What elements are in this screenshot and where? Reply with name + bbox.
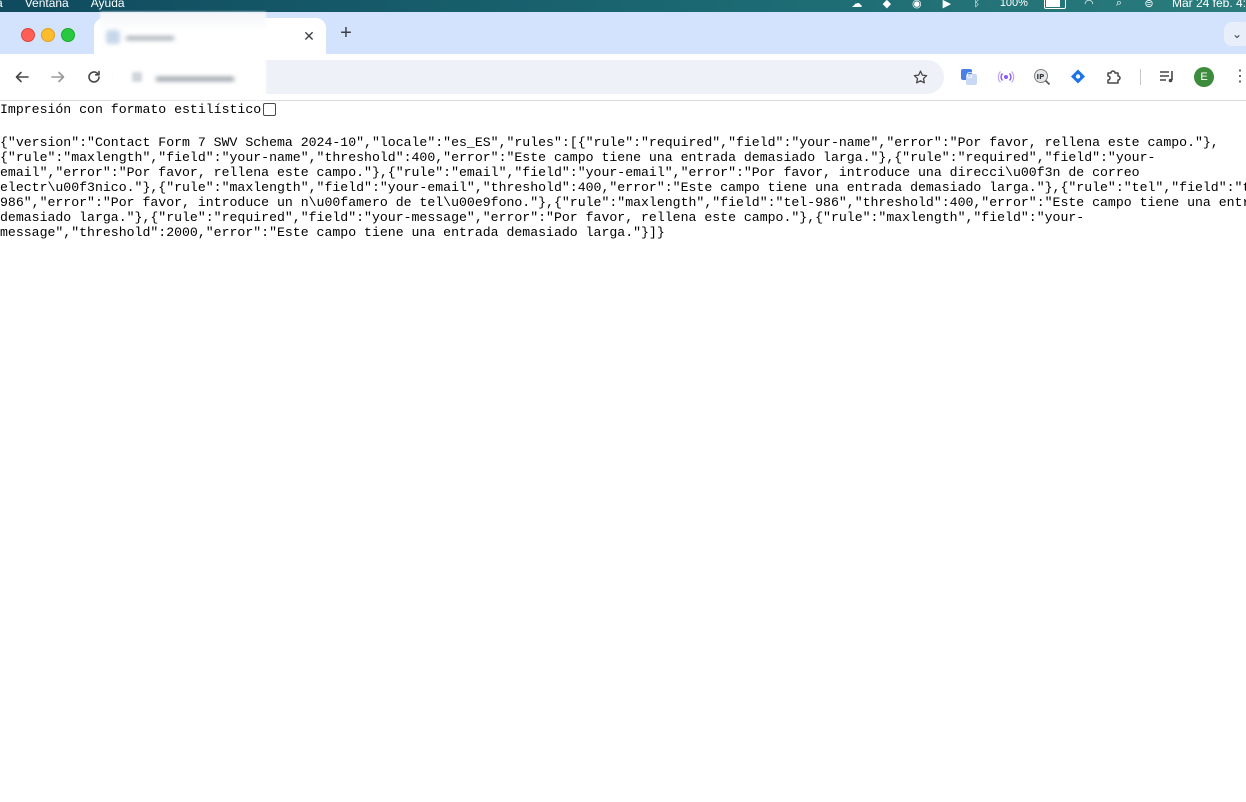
- json-line: email","error":"Por favor, rellena este …: [0, 165, 1140, 180]
- toolbar-separator: [1140, 69, 1141, 85]
- tab-close-button[interactable]: ✕: [300, 27, 318, 45]
- dropbox-icon[interactable]: ◆: [880, 0, 894, 10]
- json-line: {"rule":"maxlength","field":"your-name",…: [0, 150, 1156, 165]
- puzzle-icon[interactable]: [1104, 67, 1124, 87]
- focus-icon[interactable]: ◉: [910, 0, 924, 10]
- bluetooth-icon[interactable]: ᛒ: [970, 0, 984, 9]
- menu-item-help[interactable]: Ayuda: [91, 0, 125, 10]
- tab-favicon-icon: [106, 30, 120, 44]
- more-options-icon[interactable]: ⋮: [1232, 67, 1246, 87]
- app-menus: a Ventana Ayuda: [0, 0, 125, 10]
- menu-item-edit[interactable]: a: [0, 0, 3, 10]
- bookmark-star-button[interactable]: [910, 67, 930, 87]
- arrow-left-icon: [15, 71, 29, 83]
- address-bar[interactable]: ▬▬▬▬▬▬: [112, 54, 944, 100]
- pretty-print-toggle[interactable]: Impresión con formato estilístico: [0, 102, 277, 117]
- json-line: demasiado larga."},{"rule":"required","f…: [0, 210, 1085, 225]
- menubar-clock[interactable]: Mar 24 feb. 4:: [1172, 0, 1246, 10]
- json-body: {"version":"Contact Form 7 SWV Schema 20…: [0, 135, 1246, 240]
- reload-button[interactable]: [83, 66, 105, 88]
- broadcast-icon[interactable]: [996, 67, 1016, 87]
- macos-menu-bar: a Ventana Ayuda ☁ ◆ ◉ ▶ ᛒ 100% ◠ ⌕ ⊜ Mar…: [0, 0, 1246, 12]
- profile-avatar[interactable]: E: [1194, 67, 1214, 87]
- reload-icon: [88, 70, 100, 83]
- cloud-sync-icon[interactable]: ☁: [850, 0, 864, 10]
- arrow-right-icon: [51, 71, 65, 83]
- battery-icon[interactable]: [1043, 0, 1066, 9]
- active-tab[interactable]: ▬▬▬▬ ✕: [94, 12, 326, 62]
- menu-item-window[interactable]: Ventana: [25, 0, 69, 10]
- url-text[interactable]: ▬▬▬▬▬▬: [156, 69, 234, 84]
- tab-title: ▬▬▬▬: [126, 29, 174, 43]
- window-zoom-button[interactable]: [61, 28, 75, 42]
- json-line: {"version":"Contact Form 7 SWV Schema 20…: [0, 135, 1219, 150]
- media-control-icon[interactable]: [1157, 67, 1177, 87]
- site-info-icon[interactable]: [132, 72, 142, 82]
- svg-text:IP: IP: [1037, 73, 1045, 81]
- back-button[interactable]: [11, 66, 33, 88]
- json-line: message","threshold":2000,"error":"Este …: [0, 225, 665, 240]
- svg-text:G: G: [967, 71, 973, 80]
- pretty-print-checkbox[interactable]: [263, 103, 277, 116]
- json-line: 986","error":"Por favor, introduce un n\…: [0, 195, 1246, 210]
- control-center-icon[interactable]: ⊜: [1142, 0, 1156, 10]
- browser-tab-strip: ▬▬▬▬ ✕ + ⌄: [0, 12, 1246, 62]
- wifi-icon[interactable]: ◠: [1082, 0, 1096, 10]
- ip-icon[interactable]: IP: [1032, 67, 1052, 87]
- star-icon: [913, 69, 927, 83]
- battery-level-fill: [1045, 0, 1060, 7]
- spotlight-search-icon[interactable]: ⌕: [1112, 0, 1126, 9]
- status-tray: ☁ ◆ ◉ ▶ ᛒ 100% ◠ ⌕ ⊜ Mar 24 feb. 4:: [850, 0, 1246, 10]
- translate-icon[interactable]: G: [959, 67, 979, 87]
- play-circle-icon[interactable]: ▶: [940, 0, 954, 10]
- json-line: electr\u00f3nico."},{"rule":"maxlength",…: [0, 180, 1246, 195]
- window-minimize-button[interactable]: [41, 28, 55, 42]
- browser-toolbar: ▬▬▬▬▬▬ G IP E ⋮: [0, 54, 1246, 101]
- pretty-print-label: Impresión con formato estilístico: [0, 102, 262, 117]
- window-close-button[interactable]: [21, 28, 35, 42]
- tab-search-button[interactable]: ⌄: [1224, 22, 1246, 46]
- battery-percent: 100%: [999, 0, 1028, 9]
- forward-button[interactable]: [47, 66, 69, 88]
- tag-icon[interactable]: [1068, 67, 1088, 87]
- new-tab-button[interactable]: +: [336, 23, 356, 43]
